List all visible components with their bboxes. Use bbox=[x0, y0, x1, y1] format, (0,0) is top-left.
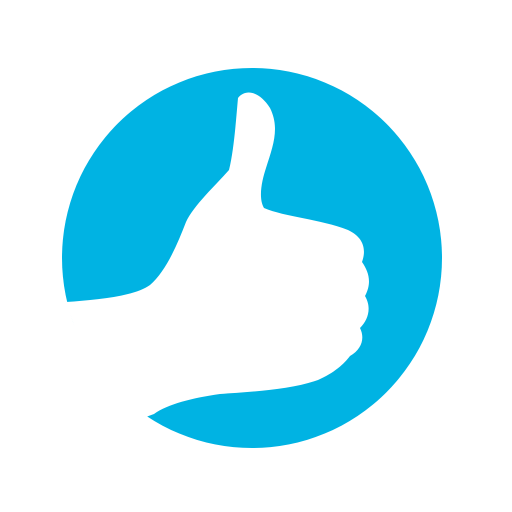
thumbs-up-icon bbox=[0, 0, 512, 512]
icon-canvas bbox=[0, 0, 512, 512]
